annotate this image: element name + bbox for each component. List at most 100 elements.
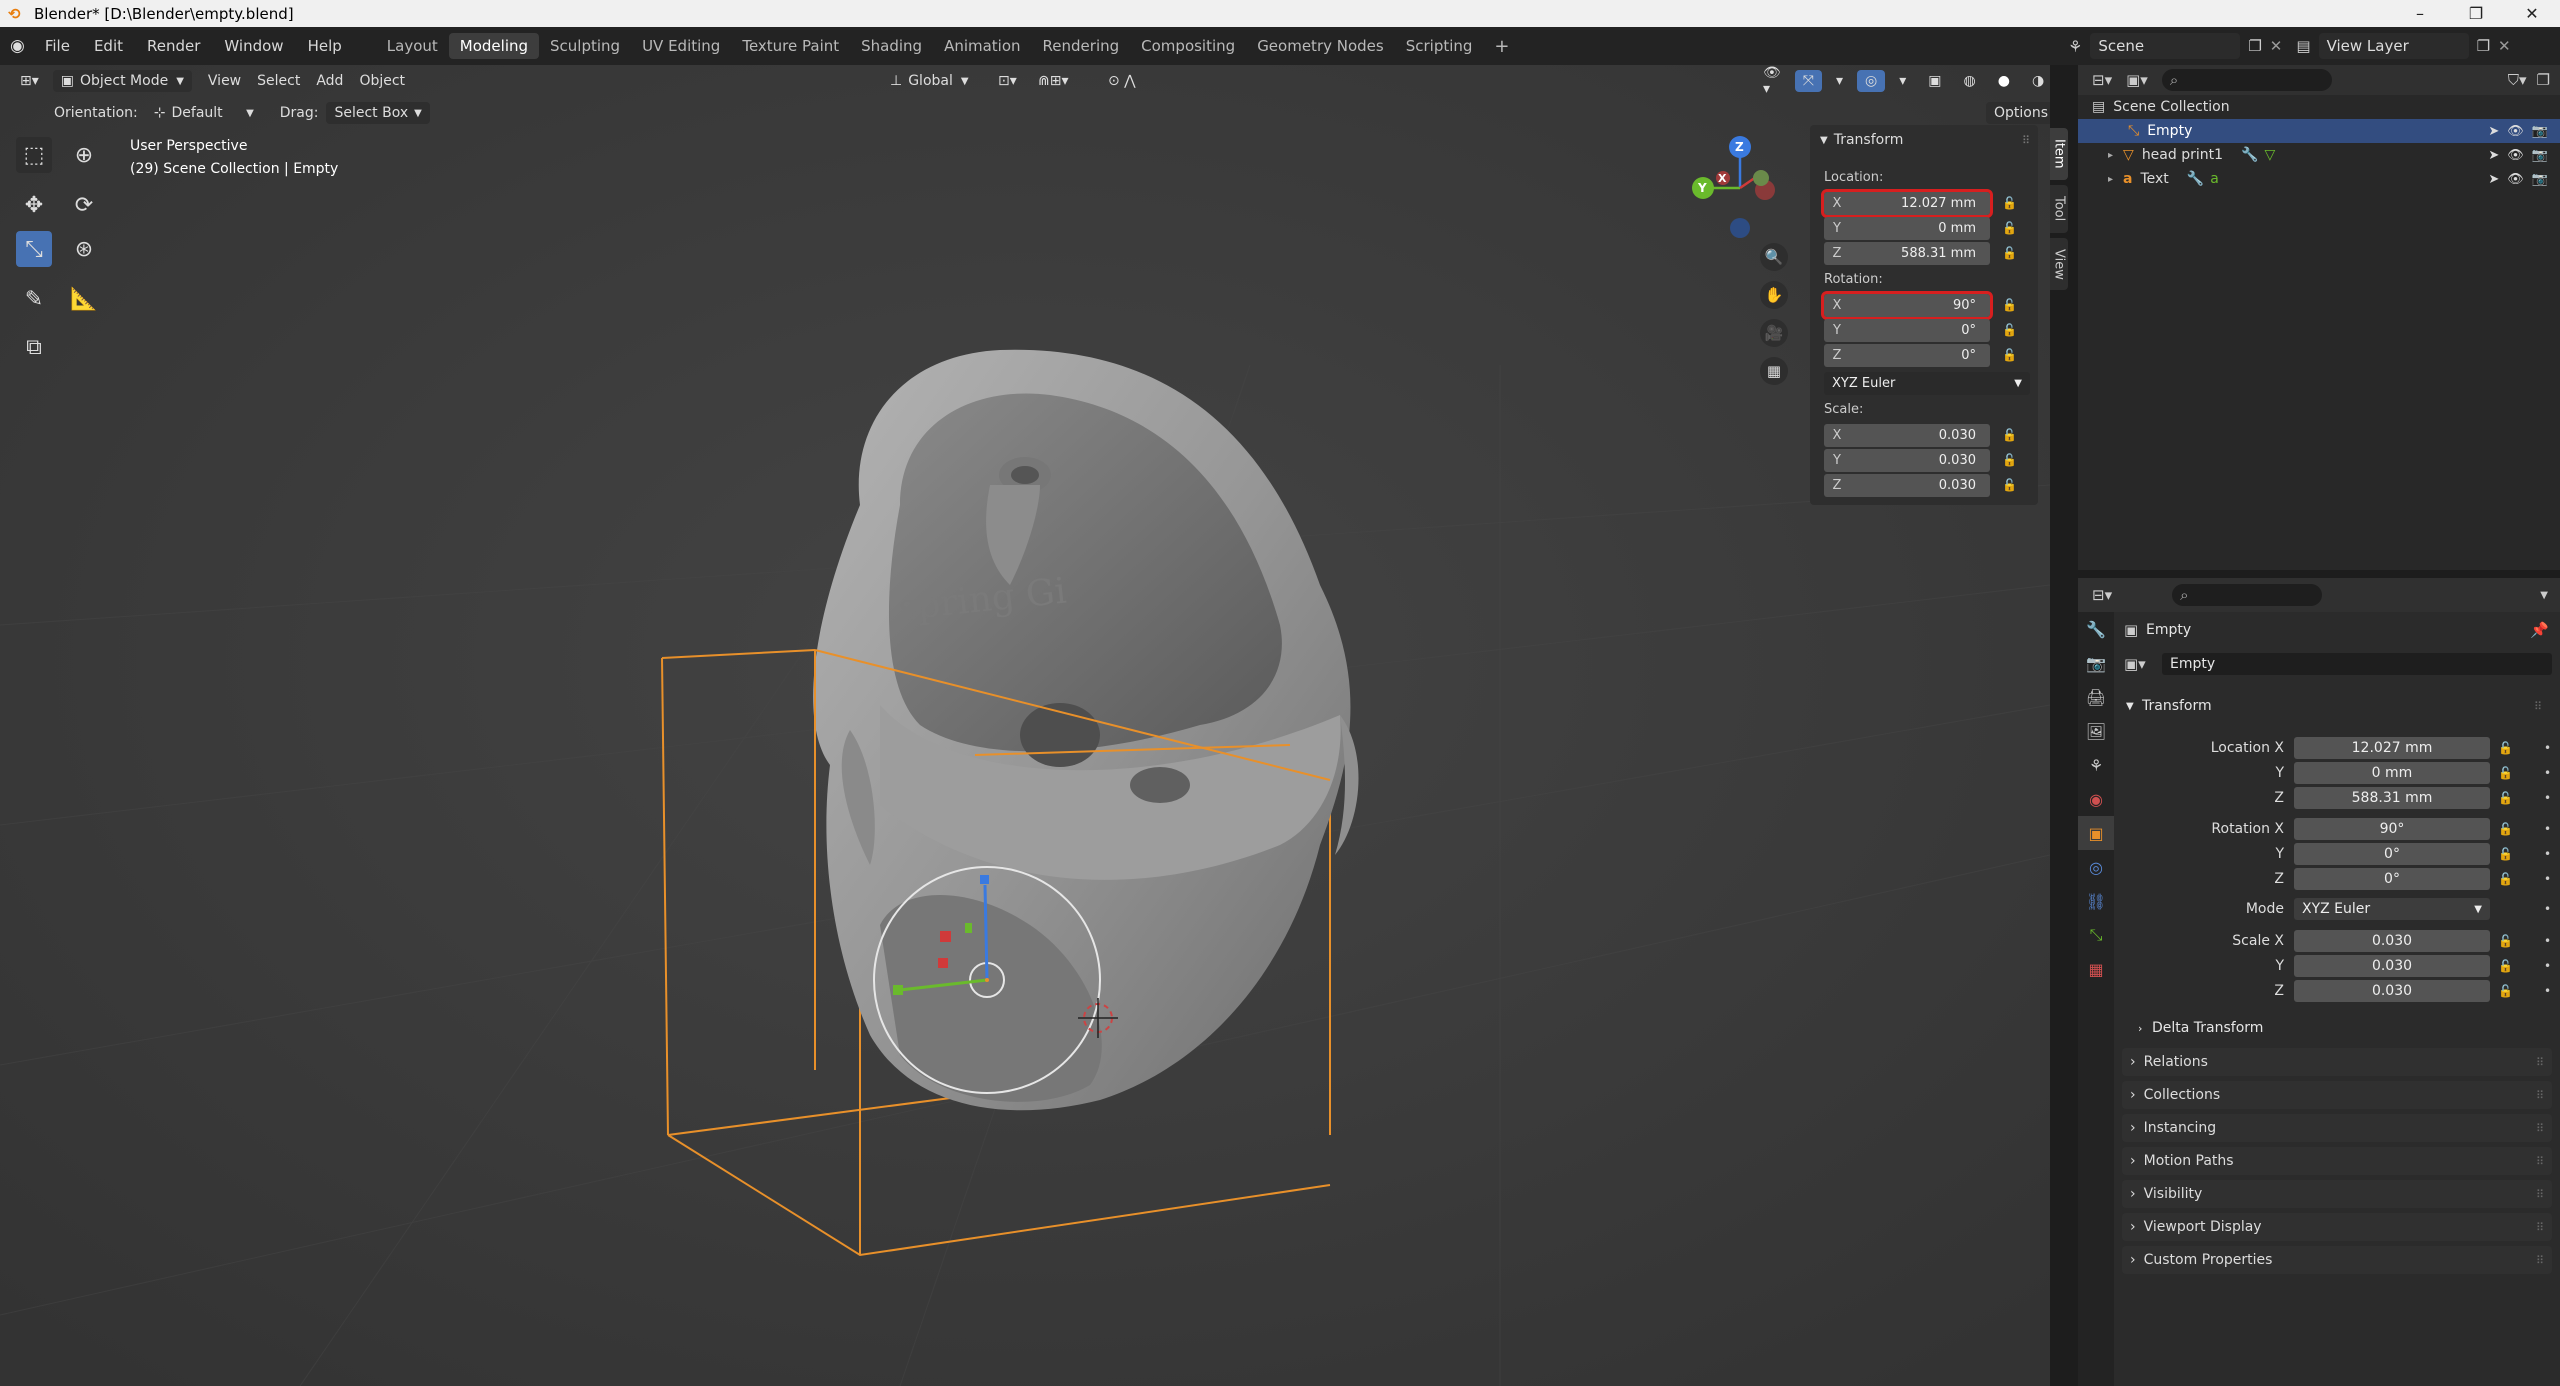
tab-scripting[interactable]: Scripting <box>1395 33 1484 59</box>
chevron-right-icon[interactable]: ▸ <box>2108 174 2113 185</box>
section-relations[interactable]: › Relations ⠿ <box>2122 1048 2552 1076</box>
3d-viewport[interactable]: spring Gi Z Y X ⊞▾ ▣ Object Mode ▼ View … <box>0 65 2050 1386</box>
sidebar-tab-item[interactable]: Item <box>2050 128 2068 180</box>
tool-tab-icon[interactable]: 🔧 <box>2078 612 2114 646</box>
tab-layout[interactable]: Layout <box>376 33 449 59</box>
menu-object[interactable]: Object <box>351 70 413 92</box>
annotate-tool[interactable]: ✎ <box>16 281 52 317</box>
lock-icon[interactable]: 🔓 <box>2498 872 2513 886</box>
selectable-icon[interactable]: ➤ <box>2488 172 2499 187</box>
menu-edit[interactable]: Edit <box>82 37 135 55</box>
lock-icon[interactable]: 🔓 <box>2498 791 2513 805</box>
properties-search-field[interactable]: ⌕ <box>2172 584 2323 606</box>
transform-orientation-selector[interactable]: ⊥ Global ▼ <box>882 70 977 92</box>
remove-scene-icon[interactable]: ✕ <box>2270 37 2283 55</box>
keyframe-dot-icon[interactable]: • <box>2544 766 2551 780</box>
rotate-tool[interactable]: ⟳ <box>66 187 102 223</box>
editor-type-icon[interactable]: ⊞▾ <box>12 70 47 92</box>
menu-help[interactable]: Help <box>296 37 354 55</box>
drag-grip-icon[interactable]: ⠿ <box>2536 1254 2544 1267</box>
drag-grip-icon[interactable]: ⠿ <box>2536 1122 2544 1135</box>
editor-type-icon[interactable]: ⊟▾ <box>2092 586 2112 604</box>
wireframe-shading-icon[interactable]: ◍ <box>1956 70 1984 92</box>
menu-render[interactable]: Render <box>135 37 212 55</box>
snap-icon[interactable]: ⋒⊞▾ <box>1030 70 1077 92</box>
visibility-icon[interactable]: 👁▾ <box>1755 65 1789 100</box>
tab-geometry-nodes[interactable]: Geometry Nodes <box>1246 33 1395 59</box>
scene-selector[interactable]: Scene <box>2090 33 2241 59</box>
zoom-icon[interactable]: 🔍 <box>1760 243 1788 271</box>
outliner-search-field[interactable]: ⌕ <box>2161 69 2332 91</box>
lock-icon[interactable]: 🔓 <box>2498 959 2513 973</box>
delta-transform-subpanel[interactable]: › Delta Transform <box>2114 1016 2560 1040</box>
outliner-item-head-print1[interactable]: ▸ ▽ head print1 🔧 ▽ ➤ 👁 📷 <box>2078 143 2560 167</box>
xray-icon[interactable]: ▣ <box>1920 70 1949 92</box>
gizmo-dropdown-icon[interactable]: ▾ <box>1828 70 1851 92</box>
lock-icon[interactable]: 🔓 <box>2002 246 2018 262</box>
eye-icon[interactable]: 👁 <box>2507 148 2524 163</box>
view-layer-tab-icon[interactable]: 🖼 <box>2078 714 2114 748</box>
scale-y-field[interactable]: Y 0.030 <box>1824 449 1990 472</box>
location-y-field[interactable]: Y 0 mm <box>1824 217 1990 240</box>
keyframe-dot-icon[interactable]: • <box>2544 822 2551 836</box>
material-shading-icon[interactable]: ◑ <box>2024 70 2050 92</box>
overlay-dropdown-icon[interactable]: ▾ <box>1891 70 1914 92</box>
lock-icon[interactable]: 🔓 <box>2498 984 2513 998</box>
chevron-right-icon[interactable]: ▸ <box>2108 150 2113 161</box>
outliner-item-text[interactable]: ▸ a Text 🔧 a ➤ 👁 📷 <box>2078 167 2560 191</box>
keyframe-dot-icon[interactable]: • <box>2544 959 2551 973</box>
solid-shading-icon[interactable]: ● <box>1990 70 2018 92</box>
editor-type-icon[interactable]: ⊟▾ <box>2092 71 2112 89</box>
drag-grip-icon[interactable]: ⠿ <box>2536 1221 2544 1234</box>
remove-view-layer-icon[interactable]: ✕ <box>2498 37 2511 55</box>
chevron-down-icon[interactable]: ▼ <box>2540 590 2548 601</box>
output-tab-icon[interactable]: 🖨 <box>2078 680 2114 714</box>
lock-icon[interactable]: 🔓 <box>2002 478 2018 494</box>
drag-grip-icon[interactable]: ⠿ <box>2536 1188 2544 1201</box>
pin-icon[interactable]: 📌 <box>2530 621 2549 639</box>
mode-selector[interactable]: ▣ Object Mode ▼ <box>52 70 192 92</box>
proportional-edit-icon[interactable]: ⊙ ⋀ <box>1100 70 1144 92</box>
lock-icon[interactable]: 🔓 <box>2498 766 2513 780</box>
scale-tool[interactable]: ⤡ <box>16 231 52 267</box>
transform-panel-header[interactable]: ▼ Transform ⠿ <box>1810 125 2038 155</box>
lock-icon[interactable]: 🔓 <box>2498 847 2513 861</box>
drag-grip-icon[interactable]: ⠿ <box>2022 134 2030 147</box>
prop-rotation-y-field[interactable]: 0° <box>2294 843 2490 865</box>
scale-x-field[interactable]: X 0.030 <box>1824 424 1990 447</box>
selectable-icon[interactable]: ➤ <box>2488 148 2499 163</box>
cursor-tool[interactable]: ⊕ <box>66 137 102 173</box>
prop-scale-x-field[interactable]: 0.030 <box>2294 930 2490 952</box>
drag-grip-icon[interactable]: ⠿ <box>2536 1155 2544 1168</box>
prop-location-y-field[interactable]: 0 mm <box>2294 762 2490 784</box>
prop-scale-z-field[interactable]: 0.030 <box>2294 980 2490 1002</box>
keyframe-dot-icon[interactable]: • <box>2544 984 2551 998</box>
lock-icon[interactable]: 🔓 <box>2002 453 2018 469</box>
render-tab-icon[interactable]: 📷 <box>2078 646 2114 680</box>
eye-icon[interactable]: 👁 <box>2507 124 2524 139</box>
transform-tool[interactable]: ⊛ <box>66 231 102 267</box>
object-tab-icon[interactable]: ▣ <box>2078 816 2114 850</box>
tab-sculpting[interactable]: Sculpting <box>539 33 631 59</box>
lock-icon[interactable]: 🔓 <box>2002 221 2018 237</box>
section-visibility[interactable]: › Visibility ⠿ <box>2122 1180 2552 1208</box>
drag-grip-icon[interactable]: ⠿ <box>2536 1056 2544 1069</box>
tab-compositing[interactable]: Compositing <box>1130 33 1246 59</box>
ortho-toggle-icon[interactable]: ▦ <box>1760 357 1788 385</box>
lock-icon[interactable]: 🔓 <box>2002 196 2018 212</box>
outliner-item-scene-collection[interactable]: ▤ Scene Collection <box>2078 95 2560 119</box>
measure-tool[interactable]: 📐 <box>66 281 102 317</box>
minimize-button[interactable]: – <box>2392 4 2448 23</box>
keyframe-dot-icon[interactable]: • <box>2544 902 2551 916</box>
keyframe-dot-icon[interactable]: • <box>2544 791 2551 805</box>
menu-window[interactable]: Window <box>212 37 295 55</box>
pan-hand-icon[interactable]: ✋ <box>1760 281 1788 309</box>
section-motion-paths[interactable]: › Motion Paths ⠿ <box>2122 1147 2552 1175</box>
add-workspace-button[interactable]: + <box>1483 32 1520 61</box>
rotation-y-field[interactable]: Y 0° <box>1824 319 1990 342</box>
tab-uv-editing[interactable]: UV Editing <box>631 33 731 59</box>
tab-animation[interactable]: Animation <box>933 33 1031 59</box>
close-button[interactable]: ✕ <box>2504 4 2560 23</box>
prop-location-x-field[interactable]: 12.027 mm <box>2294 737 2490 759</box>
outliner-item-empty[interactable]: ⤡ Empty ➤ 👁 📷 <box>2078 119 2560 143</box>
